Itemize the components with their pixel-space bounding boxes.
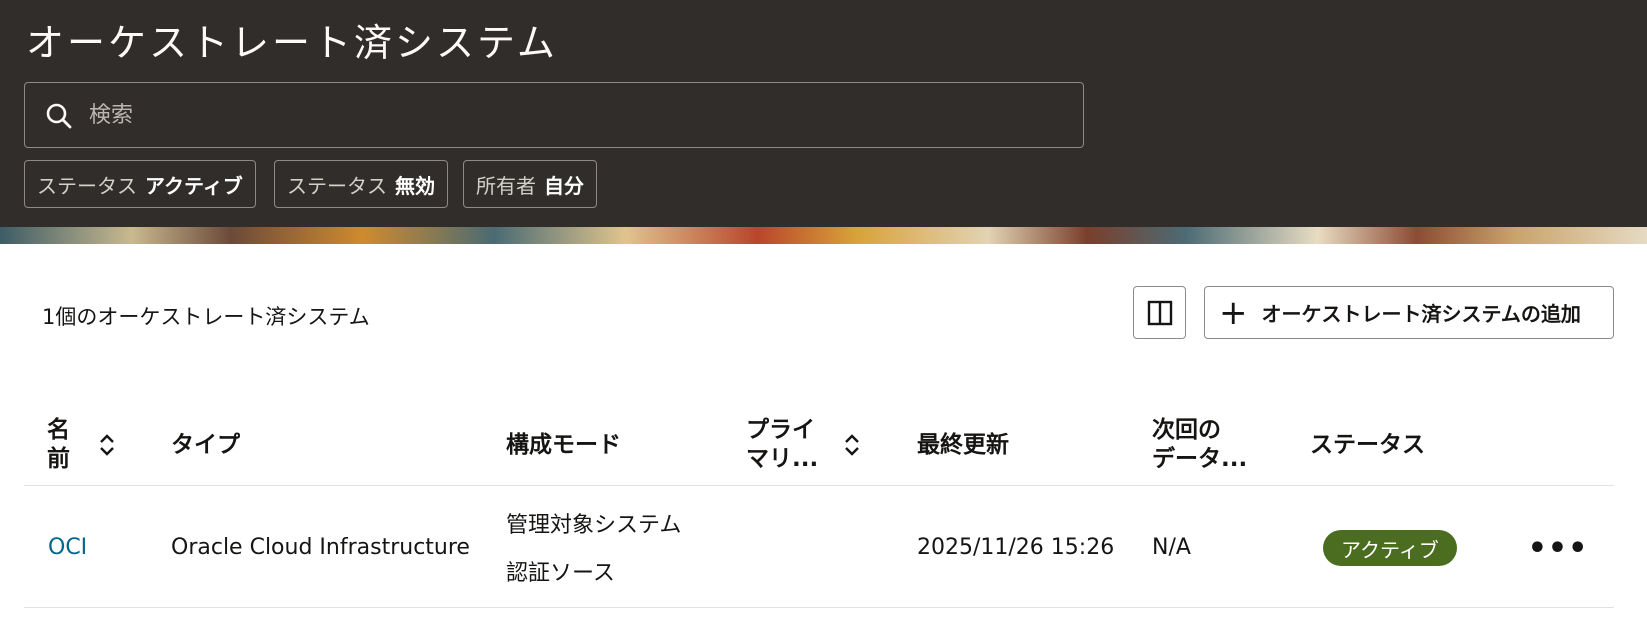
column-header-line: 次回の: [1152, 417, 1221, 443]
page-title: オーケストレート済システム: [26, 21, 558, 65]
column-header-line: マリ...: [746, 446, 819, 472]
column-header-last-updated: 最終更新: [917, 432, 1009, 458]
filter-chip-value: アクティブ: [145, 173, 243, 198]
add-button-label: オーケストレート済システムの追加: [1261, 302, 1581, 326]
table-divider: [24, 607, 1614, 608]
config-mode-item: 管理対象システム: [506, 513, 682, 538]
sort-icon[interactable]: [97, 432, 117, 458]
sort-icon[interactable]: [842, 432, 862, 458]
search-icon: [46, 103, 72, 129]
system-name-link[interactable]: OCI: [48, 535, 87, 560]
column-header-line: プライ: [746, 417, 815, 443]
system-type: Oracle Cloud Infrastructure: [171, 535, 470, 560]
columns-icon: [1147, 300, 1172, 325]
column-header-status: ステータス: [1310, 432, 1425, 458]
search-box[interactable]: [24, 82, 1084, 148]
filter-chip-key: ステータス: [37, 173, 137, 198]
add-orchestrated-system-button[interactable]: + オーケストレート済システムの追加: [1204, 286, 1614, 339]
table-divider: [24, 485, 1614, 486]
more-actions-button[interactable]: •••: [1528, 530, 1588, 566]
page-header: オーケストレート済システム ステータス アクティブ ステータス 無効 所有者 自…: [0, 0, 1647, 227]
column-header-config-mode: 構成モード: [506, 432, 621, 458]
filter-chip-key: ステータス: [287, 173, 387, 198]
column-header-line: 前: [47, 446, 70, 472]
search-input[interactable]: [89, 83, 1069, 147]
filter-chip-key: 所有者: [476, 173, 536, 198]
filter-chip-status-disabled[interactable]: ステータス 無効: [274, 160, 448, 208]
status-badge: アクティブ: [1323, 530, 1457, 566]
plus-icon: +: [1219, 292, 1248, 333]
filter-chip-owner-me[interactable]: 所有者 自分: [463, 160, 597, 208]
column-header-line: 名: [47, 417, 70, 443]
column-header-type: タイプ: [171, 432, 240, 458]
manage-columns-button[interactable]: [1133, 286, 1186, 339]
last-updated: 2025/11/26 15:26: [917, 535, 1115, 560]
column-header-line: データ...: [1152, 446, 1248, 472]
config-mode-item: 認証ソース: [506, 561, 615, 586]
column-header-name[interactable]: 名 前: [47, 416, 70, 474]
filter-chip-status-active[interactable]: ステータス アクティブ: [24, 160, 256, 208]
filter-chip-value: 無効: [395, 173, 435, 198]
result-count: 1個のオーケストレート済システム: [42, 305, 370, 329]
column-header-next-data: 次回の データ...: [1152, 416, 1247, 474]
next-data: N/A: [1152, 535, 1191, 560]
filter-chip-value: 自分: [544, 173, 584, 198]
column-header-primary[interactable]: プライ マリ...: [746, 416, 818, 474]
decorative-banner: [0, 227, 1647, 244]
